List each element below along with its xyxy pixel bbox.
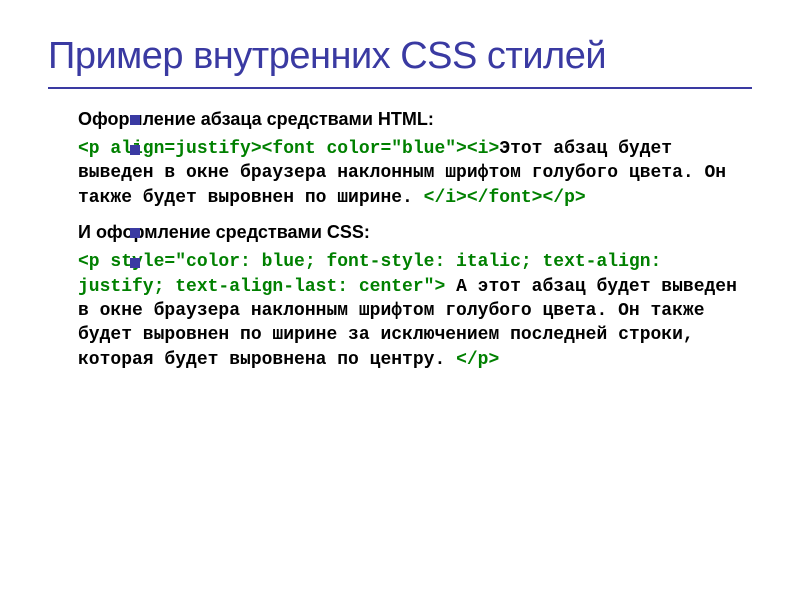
- section-1: Оформление абзаца средствами HTML:: [78, 107, 742, 131]
- title-divider: [48, 87, 752, 89]
- slide-body: Оформление абзаца средствами HTML: <p al…: [48, 107, 752, 372]
- bullet-icon: [130, 145, 140, 155]
- section-2: И оформление средствами CSS:: [78, 220, 742, 244]
- bullet-icon: [130, 228, 140, 238]
- section1-heading: Оформление абзаца средствами HTML:: [78, 107, 742, 131]
- code-block-1: <p align=justify><font color="blue"><i>Э…: [78, 137, 742, 210]
- section-2-code: <p style="color: blue; font-style: itali…: [78, 250, 742, 371]
- code-block-2: <p style="color: blue; font-style: itali…: [78, 250, 742, 371]
- code-close-1: </i></font></p>: [424, 188, 586, 208]
- slide-title: Пример внутренних CSS стилей: [48, 34, 752, 79]
- bullet-icon: [130, 258, 140, 268]
- code-close-2: </p>: [456, 350, 499, 370]
- slide-container: Пример внутренних CSS стилей Оформление …: [0, 0, 800, 402]
- bullet-icon: [130, 115, 140, 125]
- section2-heading: И оформление средствами CSS:: [78, 220, 742, 244]
- code-open-1: <p align=justify><font color="blue"><i>: [78, 139, 499, 159]
- section-1-code: <p align=justify><font color="blue"><i>Э…: [78, 137, 742, 210]
